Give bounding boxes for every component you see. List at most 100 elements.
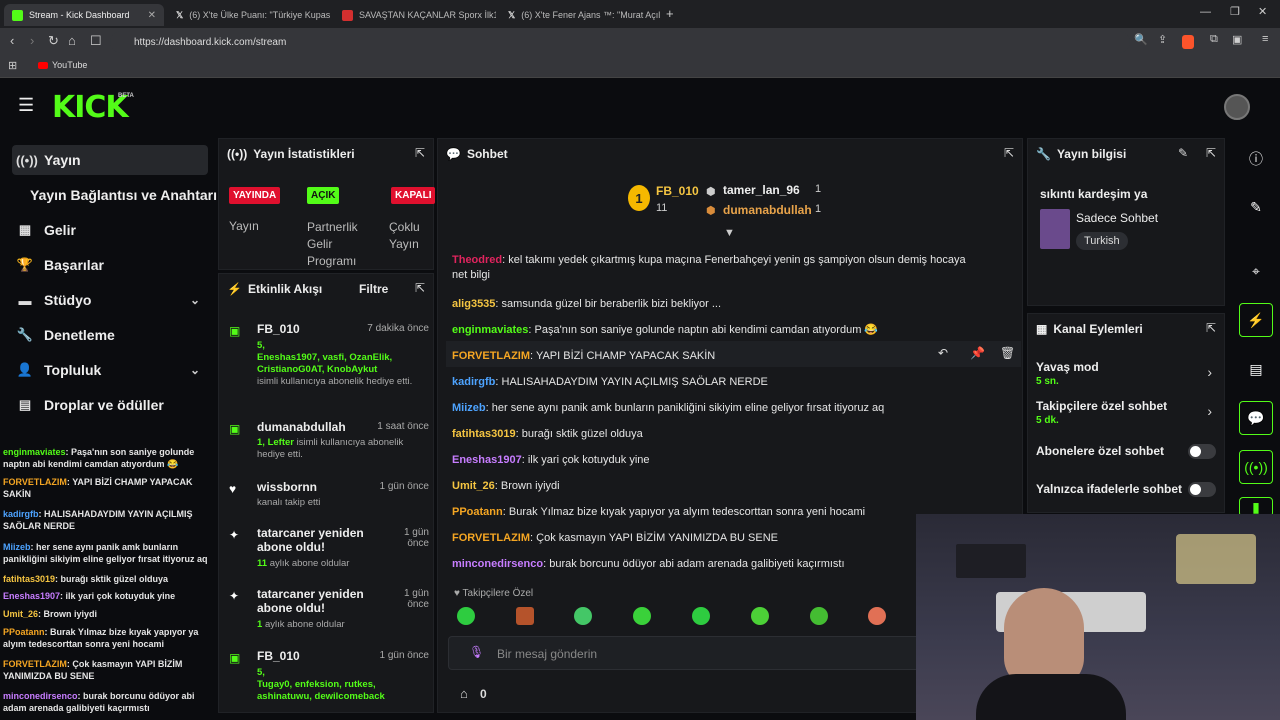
tab-x-2[interactable]: 𝕏 (6) X'te Fener Ajans ™: "Murat Açıl: "	[500, 4, 660, 26]
subscribers-only-toggle[interactable]	[1188, 444, 1216, 459]
wrench-icon: 🔧	[16, 327, 34, 342]
emote-icon[interactable]	[751, 607, 769, 625]
kick-logo[interactable]: KICK	[52, 90, 129, 125]
expand-icon[interactable]: ⇱	[1206, 146, 1216, 160]
tab-x-1[interactable]: 𝕏 (6) X'te Ülke Puanı: "Türkiye Kupası'n	[168, 4, 330, 26]
activity-text: isimli kullanıcıya abonelik hediye etti.	[257, 376, 413, 387]
apps-icon[interactable]: ⊞	[8, 59, 17, 72]
chat-username[interactable]: enginmaviates	[452, 324, 528, 336]
wallet-icon[interactable]: ▣	[1232, 33, 1242, 46]
forward-icon[interactable]: ›	[30, 33, 34, 48]
delete-icon[interactable]: 🗑	[1000, 346, 1015, 360]
hamburger-icon[interactable]: ☰	[18, 95, 34, 116]
top-gifter-name[interactable]: tamer_lan_96	[723, 183, 800, 197]
document-icon[interactable]: ▤	[1239, 352, 1273, 386]
emote-only-toggle[interactable]	[1188, 482, 1216, 497]
top-gifter-name[interactable]: dumanabdullah	[723, 203, 812, 217]
activity-count: 1,	[257, 437, 265, 448]
back-icon[interactable]: ‹	[10, 33, 14, 48]
chat-username[interactable]: minconedirsenco	[452, 558, 543, 570]
chat-username[interactable]: FORVETLAZIM	[452, 532, 530, 544]
brave-shield-icon[interactable]	[1182, 35, 1194, 49]
emote-icon[interactable]	[457, 607, 475, 625]
activity-time: 1 gün önce	[379, 481, 430, 492]
close-tab-icon[interactable]: ✕	[148, 10, 156, 21]
filter-button[interactable]: Filtre	[359, 282, 388, 296]
emote-icon[interactable]	[810, 607, 828, 625]
expand-icon[interactable]: ⇱	[415, 146, 425, 160]
share-icon[interactable]: ⇪	[1158, 33, 1167, 46]
chat-username[interactable]: Theodred	[452, 254, 502, 266]
emote-icon[interactable]	[516, 607, 534, 625]
sidebar-item-droplar[interactable]: ▤ Droplar ve ödüller	[12, 390, 208, 420]
emote-icon[interactable]	[574, 607, 592, 625]
edit-icon[interactable]: ✎	[1178, 146, 1188, 160]
tab-kick-dashboard[interactable]: Stream - Kick Dashboard ✕	[4, 4, 164, 26]
store-icon[interactable]: ⌂	[460, 686, 468, 701]
chat-bubble-icon[interactable]: 💬	[1239, 401, 1273, 435]
chat-text: YAPI BİZİ CHAMP YAPACAK SAKİN	[535, 350, 716, 362]
target-icon[interactable]: ⌖	[1239, 254, 1273, 288]
extensions-icon[interactable]: ⧉	[1210, 33, 1218, 46]
maximize-icon[interactable]: ❐	[1230, 5, 1240, 18]
menu-icon[interactable]: ≡	[1262, 33, 1268, 45]
lamp-light	[1176, 534, 1256, 584]
zoom-icon[interactable]: 🔍	[1134, 33, 1148, 46]
reply-icon[interactable]: ↶	[938, 346, 948, 360]
sidebar-item-yayin[interactable]: ((•)) Yayın	[12, 145, 208, 175]
home-icon[interactable]: ⌂	[68, 33, 76, 48]
chat-username[interactable]: FORVETLAZIM	[452, 350, 530, 362]
expand-icon[interactable]: ⇱	[1206, 321, 1216, 335]
overlay-chat-line: FORVETLAZIM: YAPI BİZİ CHAMP YAPACAK SAK…	[3, 477, 193, 499]
chat-username[interactable]: fatihtas3019	[452, 428, 516, 440]
tab-sporx[interactable]: SAVAŞTAN KAÇANLAR Sporx İlk11	[334, 4, 496, 26]
activity-item: ▣ dumanabdullah 1 saat önce 1, Lefter is…	[229, 420, 429, 470]
reload-icon[interactable]: ↻	[48, 33, 59, 49]
emote-icon[interactable]	[692, 607, 710, 625]
chat-username: fatihtas3019	[3, 574, 56, 584]
avatar[interactable]	[1224, 94, 1250, 120]
sidebar-item-stream-key[interactable]: Yayın Bağlantısı ve Anahtarı	[26, 180, 222, 210]
chevron-right-icon[interactable]: ›	[1207, 364, 1212, 380]
chat-message-row: enginmaviates: Paşa'nın son saniye golun…	[452, 324, 879, 336]
chat-username[interactable]: Umit_26	[452, 480, 495, 492]
pencil-icon[interactable]: ✎	[1239, 190, 1273, 224]
url-input[interactable]: https://dashboard.kick.com/stream	[110, 31, 1130, 53]
pin-icon[interactable]: 📌	[970, 346, 985, 360]
info-icon[interactable]: ⓘ	[1239, 142, 1273, 176]
chat-username[interactable]: alig3535	[452, 298, 495, 310]
broadcast-icon[interactable]: ((•))	[1239, 450, 1273, 484]
sidebar-item-gelir[interactable]: ▦ Gelir	[12, 215, 208, 245]
expand-icon[interactable]: ⇱	[415, 281, 425, 295]
overlay-chat-line: fatihtas3019: burağı sktik güzel olduya	[3, 574, 169, 584]
bookmark-youtube[interactable]: YouTube	[38, 60, 87, 70]
chevron-right-icon[interactable]: ›	[1207, 403, 1212, 419]
panel-title-text: Etkinlik Akışı	[247, 282, 323, 296]
emote-icon[interactable]	[868, 607, 886, 625]
chat-username[interactable]: kadirgfb	[452, 376, 495, 388]
bookmark-label: YouTube	[52, 60, 88, 70]
microphone-icon[interactable]: 🎙	[469, 645, 484, 659]
chat-username[interactable]: PPoatann	[452, 506, 503, 518]
bolt-icon[interactable]: ⚡	[1239, 303, 1273, 337]
wrench-icon: 🔧	[1036, 147, 1051, 161]
expand-icon[interactable]: ⇱	[1004, 146, 1014, 160]
sidebar-item-studyo[interactable]: ▬ Stüdyo ⌄	[12, 285, 208, 315]
category-name[interactable]: Sadece Sohbet	[1076, 211, 1158, 225]
emote-icon[interactable]	[633, 607, 651, 625]
activity-name: tatarcaner yeniden abone oldu!	[257, 526, 364, 554]
collapse-icon[interactable]: ▼	[724, 227, 735, 239]
new-tab-icon[interactable]: +	[666, 6, 674, 21]
rank-3-icon: ⬢	[706, 205, 716, 217]
chat-username[interactable]: Eneshas1907	[452, 454, 522, 466]
sidebar-item-basarilar[interactable]: 🏆 Başarılar	[12, 250, 208, 280]
minimize-icon[interactable]: —	[1200, 6, 1211, 18]
chat-username[interactable]: Miizeb	[452, 402, 486, 414]
overlay-chat-line: Umit_26: Brown iyiydi	[3, 609, 98, 619]
sidebar-item-denetleme[interactable]: 🔧 Denetleme	[12, 320, 208, 350]
sidebar-item-topluluk[interactable]: 👤 Topluluk ⌄	[12, 355, 208, 385]
close-window-icon[interactable]: ✕	[1258, 5, 1267, 18]
overlay-chat-line: Eneshas1907: ilk yari çok kotuyduk yine	[3, 591, 176, 601]
top-gifter-name[interactable]: FB_010	[656, 184, 699, 198]
bookmark-icon[interactable]: ☐	[90, 33, 102, 49]
